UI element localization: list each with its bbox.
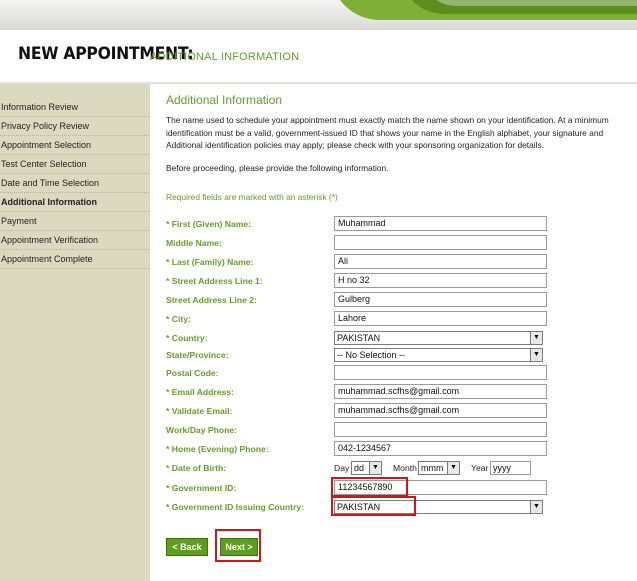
sidebar-item-payment: Payment — [0, 212, 149, 231]
id-policy-paragraph: The name used to schedule your appointme… — [166, 114, 637, 152]
validate-email-label: * Validate Email: — [166, 406, 233, 416]
street2-row: Street Address Line 2: Gulberg — [166, 292, 637, 308]
work-phone-label: Work/Day Phone: — [166, 425, 237, 435]
gov-id-row: * Government ID: 11234567890 — [166, 477, 637, 497]
country-label: * Country: — [166, 333, 208, 343]
work-phone-input[interactable] — [334, 422, 547, 437]
validate-email-row: * Validate Email: muhammad.scfhs@gmail.c… — [166, 403, 637, 419]
city-label: * City: — [166, 314, 191, 324]
dob-day-value: dd — [354, 463, 365, 473]
page-header: NEW APPOINTMENT: ADDITIONAL INFORMATION — [0, 30, 637, 84]
first-name-row: * First (Given) Name: Muhammad — [166, 216, 637, 232]
first-name-input[interactable]: Muhammad — [334, 216, 547, 231]
home-phone-label: * Home (Evening) Phone: — [166, 444, 269, 454]
middle-name-row: Middle Name: — [166, 235, 637, 251]
paragraph-line: Additional identification policies may a… — [166, 140, 545, 150]
sidebar-item-appointment-complete: Appointment Complete — [0, 250, 149, 269]
dob-month-label: Month — [393, 463, 417, 473]
gov-country-highlight — [331, 496, 416, 516]
sidebar-item-date-time-selection: Date and Time Selection — [0, 174, 149, 193]
street2-input[interactable]: Gulberg — [334, 292, 547, 307]
state-label: State/Province: — [166, 350, 229, 360]
email-row: * Email Address: muhammad.scfhs@gmail.co… — [166, 384, 637, 400]
sidebar-item-information-review: Information Review — [0, 98, 149, 117]
dropdown-arrow-icon[interactable]: ▼ — [530, 501, 542, 513]
email-input[interactable]: muhammad.scfhs@gmail.com — [334, 384, 547, 399]
gov-id-highlight — [331, 477, 408, 497]
email-label: * Email Address: — [166, 387, 234, 397]
state-row: State/Province: -- No Selection -- ▼ — [166, 347, 637, 363]
country-selected-value: PAKISTAN — [337, 333, 381, 343]
home-phone-input[interactable]: 042-1234567 — [334, 441, 547, 456]
postal-row: Postal Code: — [166, 365, 637, 381]
home-phone-row: * Home (Evening) Phone: 042-1234567 — [166, 441, 637, 457]
sidebar-steps: Information Review Privacy Policy Review… — [0, 98, 150, 269]
dropdown-arrow-icon[interactable]: ▼ — [447, 462, 459, 474]
postal-input[interactable] — [334, 365, 547, 380]
sidebar-item-appointment-verification: Appointment Verification — [0, 231, 149, 250]
dob-row: * Date of Birth: Day dd ▼ Month mmm ▼ Ye… — [166, 460, 637, 476]
dob-year-input[interactable]: yyyy — [490, 461, 531, 475]
dropdown-arrow-icon[interactable]: ▼ — [369, 462, 381, 474]
dob-day-select[interactable]: dd ▼ — [351, 461, 382, 475]
dob-month-value: mmm — [421, 463, 444, 473]
sidebar-item-privacy-policy-review: Privacy Policy Review — [0, 117, 149, 136]
last-name-label: * Last (Family) Name: — [166, 257, 254, 267]
dropdown-arrow-icon[interactable]: ▼ — [530, 332, 542, 344]
banner-swoosh — [420, 0, 637, 6]
dob-month-select[interactable]: mmm ▼ — [418, 461, 460, 475]
street1-input[interactable]: H no 32 — [334, 273, 547, 288]
middle-name-input[interactable] — [334, 235, 547, 250]
dob-label: * Date of Birth: — [166, 463, 227, 473]
section-heading: Additional Information — [166, 93, 283, 107]
dropdown-arrow-icon[interactable]: ▼ — [530, 349, 542, 361]
sidebar: Information Review Privacy Policy Review… — [0, 84, 150, 581]
dob-year-label: Year — [471, 463, 489, 473]
last-name-input[interactable]: Ali — [334, 254, 547, 269]
country-row: * Country: PAKISTAN ▼ — [166, 330, 637, 346]
middle-name-label: Middle Name: — [166, 238, 222, 248]
postal-label: Postal Code: — [166, 368, 219, 378]
state-select[interactable]: -- No Selection -- ▼ — [334, 348, 543, 362]
validate-email-input[interactable]: muhammad.scfhs@gmail.com — [334, 403, 547, 418]
state-selected-value: -- No Selection -- — [337, 350, 406, 360]
paragraph-line: The name used to schedule your appointme… — [166, 115, 609, 125]
street1-label: * Street Address Line 1: — [166, 276, 263, 286]
sidebar-item-additional-information: Additional Information — [0, 193, 149, 212]
street2-label: Street Address Line 2: — [166, 295, 257, 305]
gov-id-label: * Government ID: — [166, 483, 237, 493]
city-row: * City: Lahore — [166, 311, 637, 327]
top-banner — [0, 0, 637, 30]
page-subtitle: ADDITIONAL INFORMATION — [150, 51, 300, 63]
sidebar-item-test-center-selection: Test Center Selection — [0, 155, 149, 174]
street1-row: * Street Address Line 1: H no 32 — [166, 273, 637, 289]
dob-day-label: Day — [334, 463, 350, 473]
button-row: < Back Next > — [166, 529, 637, 562]
work-phone-row: Work/Day Phone: — [166, 422, 637, 438]
next-button-highlight — [215, 529, 261, 562]
required-fields-note: Required fields are marked with an aster… — [166, 192, 338, 202]
back-button[interactable]: < Back — [166, 538, 208, 556]
before-proceeding-text: Before proceeding, please provide the fo… — [166, 163, 389, 173]
city-input[interactable]: Lahore — [334, 311, 547, 326]
gov-country-row: * Government ID Issuing Country: PAKISTA… — [166, 496, 637, 516]
last-name-row: * Last (Family) Name: Ali — [166, 254, 637, 270]
first-name-label: * First (Given) Name: — [166, 219, 252, 229]
gov-country-label: * Government ID Issuing Country: — [166, 502, 304, 512]
country-select[interactable]: PAKISTAN ▼ — [334, 331, 543, 345]
sidebar-item-appointment-selection: Appointment Selection — [0, 136, 149, 155]
paragraph-line: identification must be a valid, governme… — [166, 127, 604, 138]
